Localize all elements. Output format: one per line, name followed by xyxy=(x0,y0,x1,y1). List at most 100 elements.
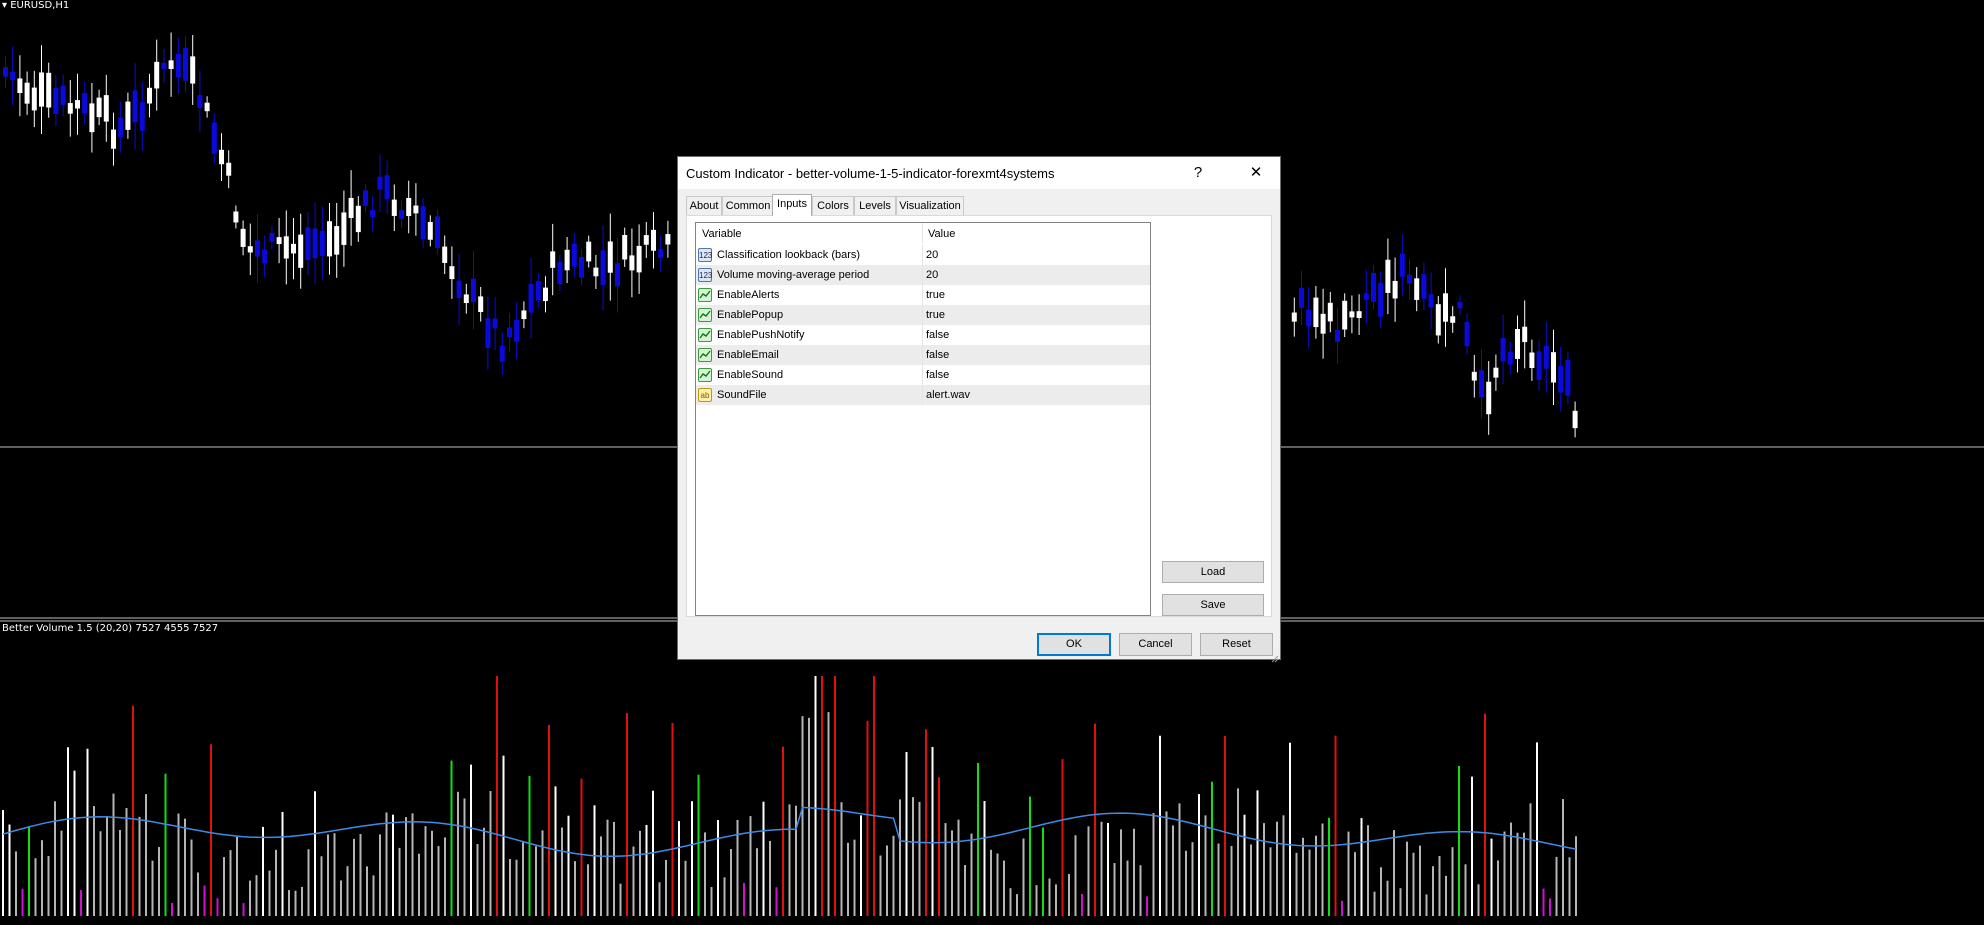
input-row-enable-sound[interactable]: EnableSound false xyxy=(696,365,1150,385)
close-button[interactable]: ✕ xyxy=(1234,157,1278,188)
reset-button[interactable]: Reset xyxy=(1200,633,1273,656)
candle-body xyxy=(391,199,397,216)
candle-body xyxy=(1479,370,1484,398)
candle-body xyxy=(1335,329,1340,342)
input-variable-name: EnableSound xyxy=(717,369,784,381)
tab-levels[interactable]: Levels xyxy=(854,196,896,215)
tab-colors[interactable]: Colors xyxy=(812,196,854,215)
candle-body xyxy=(456,280,462,299)
candle-body xyxy=(1435,304,1441,336)
value-column-header[interactable]: Value xyxy=(928,228,955,240)
candle-body xyxy=(658,249,664,258)
candle-body xyxy=(46,72,52,108)
input-row-enable-email[interactable]: EnableEmail false xyxy=(696,345,1150,365)
candle-body xyxy=(1342,300,1348,330)
input-row-classification-lookback[interactable]: 123 Classification lookback (bars) 20 xyxy=(696,245,1150,265)
cell-separator xyxy=(922,325,923,345)
candle-body xyxy=(1392,280,1398,299)
candle-body xyxy=(334,226,340,255)
candle-body xyxy=(420,206,426,240)
input-row-enable-push-notify[interactable]: EnablePushNotify false xyxy=(696,325,1150,345)
candle-body xyxy=(247,246,253,253)
input-row-volume-ma-period[interactable]: 123 Volume moving-average period 20 xyxy=(696,265,1150,285)
candle-body xyxy=(1572,410,1578,429)
candle-body xyxy=(1515,329,1520,359)
candle-body xyxy=(607,241,613,273)
candle-body xyxy=(60,85,66,105)
candle-body xyxy=(3,67,8,77)
input-value[interactable]: false xyxy=(926,369,949,381)
variable-column-header[interactable]: Variable xyxy=(702,228,742,240)
ok-button[interactable]: OK xyxy=(1037,633,1111,656)
input-variable-name: Volume moving-average period xyxy=(717,269,870,281)
candle-body xyxy=(1543,345,1549,369)
cell-separator xyxy=(922,365,923,385)
candle-body xyxy=(499,345,505,362)
inputs-grid: Variable Value 123 Classification lookba… xyxy=(695,222,1151,616)
candle-body xyxy=(75,100,80,109)
candle-body xyxy=(564,249,570,271)
candle-body xyxy=(629,255,635,271)
bool-icon xyxy=(698,348,712,362)
candle-body xyxy=(31,87,37,111)
candle-body xyxy=(305,227,311,260)
input-value[interactable]: false xyxy=(926,349,949,361)
candle-body xyxy=(600,250,606,286)
save-button[interactable]: Save xyxy=(1162,594,1264,616)
candle-body xyxy=(327,221,332,257)
candle-body xyxy=(370,210,376,218)
candle-body xyxy=(175,53,181,78)
tab-about[interactable]: About xyxy=(686,196,722,215)
candle-body xyxy=(39,72,44,107)
candle-body xyxy=(1378,282,1384,317)
candle-body xyxy=(89,103,95,133)
candle-body xyxy=(1565,360,1571,396)
candle-body xyxy=(17,78,23,93)
tab-visualization[interactable]: Visualization xyxy=(896,196,964,215)
tab-common[interactable]: Common xyxy=(722,196,774,215)
candle-body xyxy=(319,230,325,256)
indicator-label: Better Volume 1.5 (20,20) 7527 4555 7527 xyxy=(2,623,219,634)
candle-body xyxy=(1313,297,1319,328)
input-row-enable-alerts[interactable]: EnableAlerts true xyxy=(696,285,1150,305)
input-row-sound-file[interactable]: ab SoundFile alert.wav xyxy=(696,385,1150,405)
candle-body xyxy=(211,122,217,154)
candle-body xyxy=(190,56,196,84)
numeric-icon: 123 xyxy=(698,268,712,282)
dialog-titlebar[interactable]: Custom Indicator - better-volume-1-5-ind… xyxy=(678,157,1280,189)
candle-body xyxy=(233,211,239,223)
input-row-enable-popup[interactable]: EnablePopup true xyxy=(696,305,1150,325)
tab-inputs[interactable]: Inputs xyxy=(772,194,812,216)
custom-indicator-dialog: Custom Indicator - better-volume-1-5-ind… xyxy=(677,156,1281,663)
input-value[interactable]: true xyxy=(926,309,945,321)
candle-body xyxy=(485,318,491,348)
candle-body xyxy=(406,197,412,217)
candle-body xyxy=(298,234,304,268)
input-value[interactable]: 20 xyxy=(926,249,938,261)
candle-body xyxy=(219,149,224,165)
candle-body xyxy=(269,233,275,242)
candle-body xyxy=(1471,371,1477,381)
candle-body xyxy=(1349,311,1355,318)
candle-body xyxy=(579,256,584,278)
candle-body xyxy=(10,71,16,81)
candle-body xyxy=(276,237,282,245)
resize-grip-icon[interactable] xyxy=(1271,650,1279,663)
help-button[interactable]: ? xyxy=(1176,157,1220,188)
cancel-button[interactable]: Cancel xyxy=(1119,633,1192,656)
input-value[interactable]: alert.wav xyxy=(926,389,970,401)
input-value[interactable]: 20 xyxy=(926,269,938,281)
load-button[interactable]: Load xyxy=(1162,561,1264,583)
candle-body xyxy=(571,243,577,267)
candle-body xyxy=(557,261,563,285)
column-separator[interactable] xyxy=(922,223,923,243)
dialog-title: Custom Indicator - better-volume-1-5-ind… xyxy=(686,166,1055,181)
candle-body xyxy=(651,229,656,251)
candle-body xyxy=(384,175,390,200)
input-value[interactable]: false xyxy=(926,329,949,341)
candle-body xyxy=(1529,352,1535,368)
candle-body xyxy=(1558,365,1564,393)
input-variable-name: EnableEmail xyxy=(717,349,779,361)
input-value[interactable]: true xyxy=(926,289,945,301)
candle-body xyxy=(291,243,296,254)
